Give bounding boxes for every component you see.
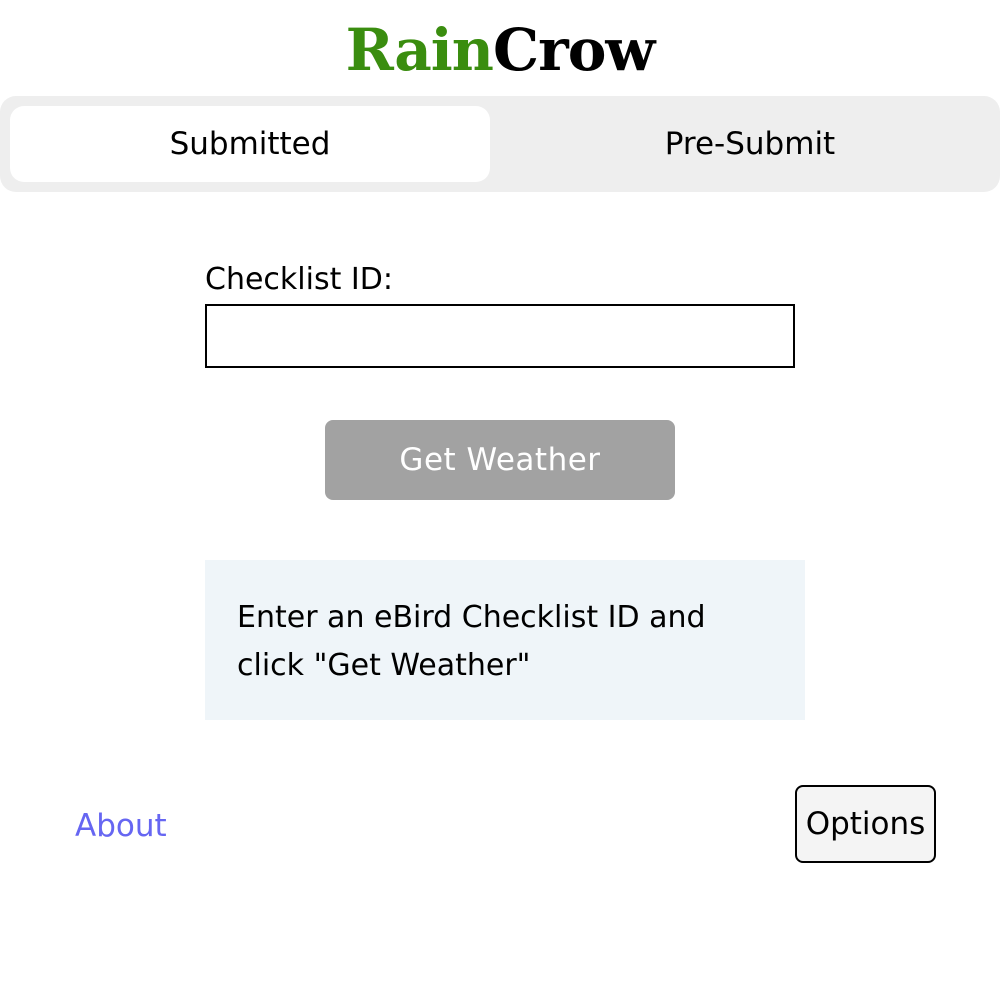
checklist-id-input[interactable] bbox=[205, 304, 795, 368]
logo-rain-text: Rain bbox=[345, 16, 494, 84]
mode-tabs: Submitted Pre-Submit bbox=[0, 96, 1000, 192]
checklist-id-label: Checklist ID: bbox=[205, 262, 393, 297]
get-weather-button[interactable]: Get Weather bbox=[325, 420, 675, 500]
options-button[interactable]: Options bbox=[795, 785, 936, 863]
logo-crow-text: Crow bbox=[492, 16, 655, 84]
about-link[interactable]: About bbox=[75, 804, 167, 848]
tab-pre-submit[interactable]: Pre-Submit bbox=[510, 106, 990, 182]
app-logo: RainCrow bbox=[0, 10, 1000, 90]
info-message-box: Enter an eBird Checklist ID and click "G… bbox=[205, 560, 805, 720]
info-message-text: Enter an eBird Checklist ID and click "G… bbox=[237, 600, 706, 683]
raincrow-page: RainCrow Submitted Pre-Submit Checklist … bbox=[0, 0, 1000, 1000]
tab-submitted[interactable]: Submitted bbox=[10, 106, 490, 182]
